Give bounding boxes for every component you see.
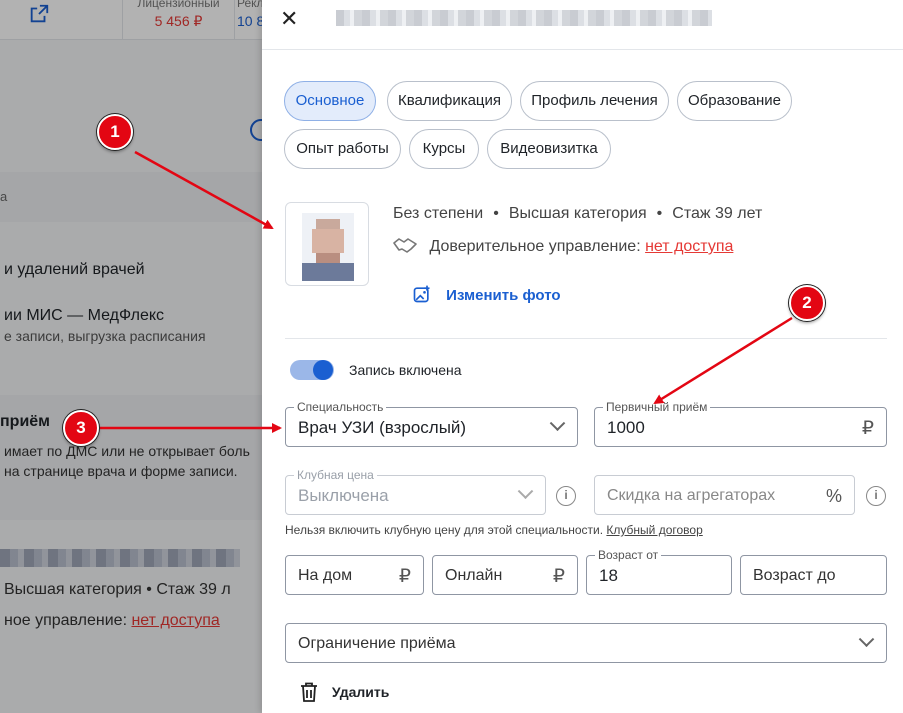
booking-toggle-label: Запись включена	[349, 362, 462, 378]
doctor-drawer: ✕ Основное Квалификация Профиль лечения …	[262, 0, 903, 713]
tab-video[interactable]: Видеовизитка	[487, 129, 611, 169]
delete-label: Удалить	[331, 684, 390, 700]
age-from-field[interactable]: Возраст от 18	[586, 548, 732, 595]
doctor-photo	[285, 202, 369, 286]
chevron-down-icon	[549, 415, 566, 432]
club-info-icon[interactable]: i	[556, 486, 576, 506]
trust-management: Доверительное управление: нет доступа	[393, 237, 733, 256]
tab-treatment-profile[interactable]: Профиль лечения	[520, 81, 669, 121]
handshake-icon	[393, 238, 417, 253]
primary-price-field[interactable]: Первичный приём 1000 ₽	[594, 400, 887, 447]
club-price-select[interactable]: Клубная цена Выключена	[285, 468, 546, 515]
specialty-select[interactable]: Специальность Врач УЗИ (взрослый)	[285, 400, 578, 447]
tab-basic[interactable]: Основное	[284, 81, 376, 121]
home-price-field[interactable]: На дом ₽	[285, 555, 424, 595]
toggle-knob	[313, 360, 333, 380]
category-text: Высшая категория	[508, 205, 647, 222]
specialty-label: Специальность	[294, 400, 387, 414]
change-photo-button[interactable]: Изменить фото	[412, 284, 561, 304]
club-contract-link[interactable]: Клубный договор	[606, 523, 702, 537]
specialty-value: Врач УЗИ (взрослый)	[298, 418, 467, 437]
experience-text: Стаж 39 лет	[672, 205, 763, 222]
online-placeholder: Онлайн	[445, 567, 503, 584]
age-from-value: 18	[599, 566, 618, 585]
tab-courses[interactable]: Курсы	[409, 129, 479, 169]
trust-label: Доверительное управление:	[429, 238, 641, 255]
club-hint-text: Нельзя включить клубную цену для этой сп…	[285, 523, 607, 537]
tab-work-experience[interactable]: Опыт работы	[284, 129, 401, 169]
home-placeholder: На дом	[298, 567, 353, 584]
club-value: Выключена	[298, 486, 389, 505]
change-photo-label: Изменить фото	[446, 287, 561, 304]
tab-education[interactable]: Образование	[677, 81, 792, 121]
annotation-badge-2: 2	[789, 285, 825, 321]
annotation-badge-3: 3	[63, 410, 99, 446]
primary-value: 1000	[607, 418, 645, 437]
delete-button[interactable]: Удалить	[300, 682, 389, 702]
age-to-field[interactable]: Возраст до	[740, 555, 887, 595]
blurred-face	[302, 213, 354, 281]
ruble-icon: ₽	[861, 418, 874, 439]
discount-placeholder: Скидка на агрегаторах	[607, 487, 776, 504]
close-icon[interactable]: ✕	[280, 8, 298, 30]
annotation-badge-1: 1	[97, 114, 133, 150]
discount-info-icon[interactable]: i	[866, 486, 886, 506]
club-hint: Нельзя включить клубную цену для этой сп…	[285, 523, 703, 537]
age-to-placeholder: Возраст до	[753, 567, 836, 584]
restriction-select[interactable]: Ограничение приёма	[285, 623, 887, 663]
club-label: Клубная цена	[294, 468, 377, 482]
trash-icon	[301, 682, 317, 702]
ruble-icon: ₽	[398, 566, 411, 587]
chevron-down-icon	[517, 483, 534, 500]
drawer-header: ✕	[262, 0, 903, 50]
booking-toggle[interactable]	[290, 360, 334, 380]
discount-field[interactable]: Скидка на агрегаторах %	[594, 475, 855, 515]
modal-overlay[interactable]	[0, 0, 262, 713]
image-edit-icon	[413, 285, 430, 303]
chevron-down-icon	[858, 631, 875, 648]
trust-link[interactable]: нет доступа	[645, 238, 733, 255]
restriction-placeholder: Ограничение приёма	[298, 635, 456, 652]
online-price-field[interactable]: Онлайн ₽	[432, 555, 578, 595]
tab-qualification[interactable]: Квалификация	[387, 81, 512, 121]
age-from-label: Возраст от	[595, 548, 662, 562]
primary-label: Первичный приём	[603, 400, 711, 414]
doctor-meta: Без степени • Высшая категория • Стаж 39 лет	[393, 205, 763, 222]
divider	[285, 338, 887, 339]
ruble-icon: ₽	[552, 566, 565, 587]
degree-text: Без степени	[393, 205, 484, 222]
percent-icon: %	[825, 486, 842, 506]
blurred-drawer-title	[336, 10, 712, 26]
